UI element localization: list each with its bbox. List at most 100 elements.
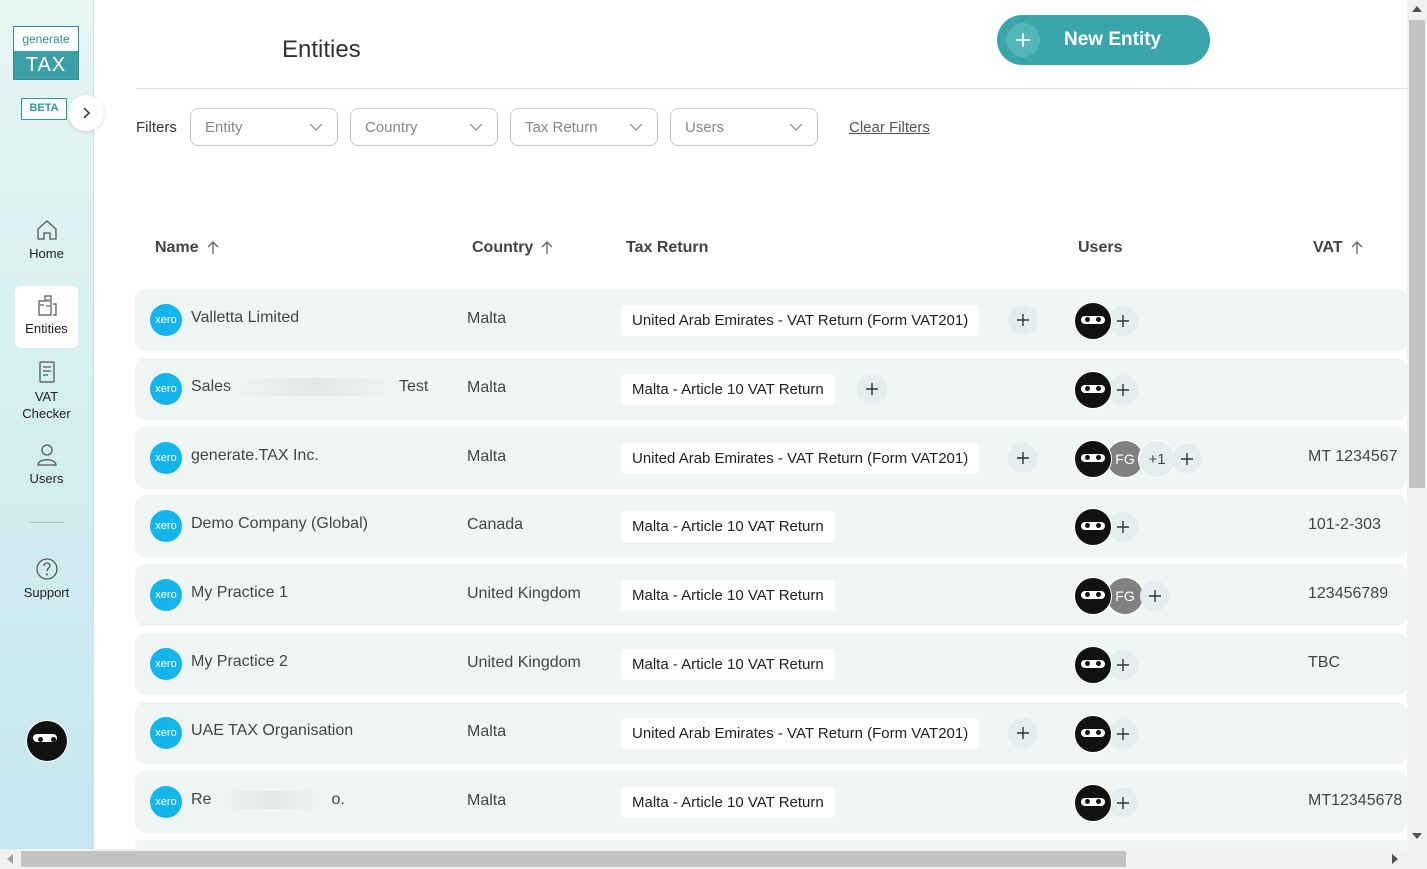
add-tax-return-button[interactable] <box>1008 443 1038 473</box>
user-avatar[interactable] <box>1074 646 1112 684</box>
generate-tax-logo[interactable]: generate TAX <box>13 26 79 80</box>
entity-name[interactable]: Demo Company (Global) <box>191 515 368 533</box>
nav-entities-label: Entities <box>25 321 68 336</box>
entity-name[interactable]: generate.TAX Inc. <box>191 447 319 465</box>
entity-country: Malta <box>467 723 507 740</box>
tax-return-pill[interactable]: Malta - Article 10 VAT Return <box>621 580 835 611</box>
table-row[interactable]: xero Sales Test Malta Malta - Article 10 … <box>135 358 1407 420</box>
tax-return-pill[interactable]: United Arab Emirates - VAT Return (Form … <box>621 443 980 474</box>
entity-country: Malta <box>467 310 507 327</box>
plus-icon <box>1117 384 1129 396</box>
column-vat[interactable]: VAT <box>1313 239 1363 257</box>
add-user-button[interactable] <box>1108 512 1138 542</box>
horizontal-scrollbar[interactable] <box>0 849 1427 869</box>
tax-return-filter[interactable]: Tax Return <box>510 108 658 146</box>
entity-country: Canada <box>467 516 524 533</box>
entity-name[interactable]: My Practice 2 <box>191 653 288 671</box>
add-user-button[interactable] <box>1108 719 1138 749</box>
nav-entities[interactable]: Entities <box>15 286 78 348</box>
plus-icon <box>1017 727 1029 739</box>
user-avatar[interactable] <box>1074 715 1112 753</box>
entity-name[interactable]: Sales Test <box>191 378 428 396</box>
sort-up-icon <box>1351 241 1363 254</box>
tax-return-pill[interactable]: Malta - Article 10 VAT Return <box>621 649 835 680</box>
tax-return-pill[interactable]: United Arab Emirates - VAT Return (Form … <box>621 305 980 336</box>
column-tax-return-label: Tax Return <box>626 239 709 256</box>
table-row[interactable]: xero Re o. Malta Malta - Article 10 VAT R… <box>135 771 1407 833</box>
column-name[interactable]: Name <box>155 239 219 257</box>
entity-name[interactable]: Valletta Limited <box>191 309 299 327</box>
more-users-badge[interactable]: +1 <box>1138 440 1176 478</box>
user-avatar[interactable] <box>1074 784 1112 822</box>
entity-name[interactable]: Re o. <box>191 791 345 809</box>
vertical-scroll-thumb[interactable] <box>1409 20 1425 488</box>
user-avatar[interactable] <box>1074 440 1112 478</box>
plus-icon <box>1017 452 1029 464</box>
entity-country: Malta <box>467 448 507 465</box>
table-row[interactable]: xero UAE TAX Organisation Malta United A… <box>135 702 1407 764</box>
add-user-button[interactable] <box>1140 581 1170 611</box>
xero-badge: xero <box>150 442 182 474</box>
chevron-down-icon <box>789 123 803 131</box>
entity-country: Malta <box>467 792 507 809</box>
entity-name-start: Re <box>191 791 212 809</box>
add-user-button[interactable] <box>1108 650 1138 680</box>
column-users: Users <box>1078 239 1122 257</box>
table-row[interactable]: xero My Practice 2 United Kingdom Malta … <box>135 633 1407 695</box>
entity-name[interactable]: UAE TAX Organisation <box>191 722 353 740</box>
user-avatar[interactable] <box>1074 508 1112 546</box>
add-tax-return-button[interactable] <box>857 374 887 404</box>
table-row[interactable] <box>135 840 1407 849</box>
nav-support[interactable]: Support <box>15 557 78 607</box>
user-avatar[interactable] <box>1074 577 1112 615</box>
users-filter[interactable]: Users <box>670 108 818 146</box>
nav-users[interactable]: Users <box>15 443 78 493</box>
tax-return-pill[interactable]: Malta - Article 10 VAT Return <box>621 374 835 405</box>
tax-return-pill[interactable]: Malta - Article 10 VAT Return <box>621 511 835 542</box>
clear-filters-link[interactable]: Clear Filters <box>849 119 930 136</box>
tax-return-pill[interactable]: Malta - Article 10 VAT Return <box>621 787 835 818</box>
entity-filter[interactable]: Entity <box>190 108 338 146</box>
new-entity-button[interactable]: New Entity <box>997 15 1210 65</box>
table-row[interactable]: xero Demo Company (Global) Canada Malta … <box>135 495 1407 557</box>
horizontal-scroll-thumb[interactable] <box>21 851 1126 867</box>
users-group <box>1074 784 1138 822</box>
country-filter[interactable]: Country <box>350 108 498 146</box>
entity-name-end: Test <box>399 378 429 396</box>
logo-top-text: generate <box>14 27 78 51</box>
entity-vat: MT 1234567 <box>1308 448 1398 465</box>
scroll-left-arrow-icon[interactable] <box>6 854 14 864</box>
add-user-button[interactable] <box>1108 788 1138 818</box>
add-user-button[interactable] <box>1108 375 1138 405</box>
user-avatar[interactable] <box>1074 371 1112 409</box>
plus-icon <box>1006 23 1040 57</box>
expand-sidebar-button[interactable] <box>68 95 104 131</box>
table-row[interactable]: xero generate.TAX Inc. Malta United Arab… <box>135 427 1407 489</box>
scroll-right-arrow-icon[interactable] <box>1391 854 1399 864</box>
xero-badge: xero <box>150 579 182 611</box>
column-name-label: Name <box>155 239 199 256</box>
scroll-up-arrow-icon[interactable] <box>1412 5 1422 13</box>
add-user-button[interactable] <box>1108 306 1138 336</box>
page-title: Entities <box>282 36 361 63</box>
add-tax-return-button[interactable] <box>1008 305 1038 335</box>
user-avatar[interactable] <box>26 720 68 762</box>
nav-home[interactable]: Home <box>15 218 78 268</box>
table-row[interactable]: xero Valletta Limited Malta United Arab … <box>135 289 1407 351</box>
tax-return-pill[interactable]: United Arab Emirates - VAT Return (Form … <box>621 718 980 749</box>
scroll-down-arrow-icon[interactable] <box>1412 832 1422 840</box>
add-user-button[interactable] <box>1172 444 1202 474</box>
nav-vat-checker[interactable]: VAT Checker <box>15 360 78 422</box>
vertical-scrollbar[interactable] <box>1407 0 1427 849</box>
plus-icon <box>866 383 878 395</box>
filters-label: Filters <box>136 119 177 136</box>
entity-name[interactable]: My Practice 1 <box>191 584 288 602</box>
column-country[interactable]: Country <box>472 239 553 257</box>
users-group <box>1074 371 1138 409</box>
user-avatar[interactable] <box>1074 302 1112 340</box>
add-tax-return-button[interactable] <box>1008 718 1038 748</box>
table-row[interactable]: xero My Practice 1 United Kingdom Malta … <box>135 564 1407 626</box>
chevron-down-icon <box>629 123 643 131</box>
entity-country: Malta <box>467 379 507 396</box>
column-vat-label: VAT <box>1313 239 1343 256</box>
